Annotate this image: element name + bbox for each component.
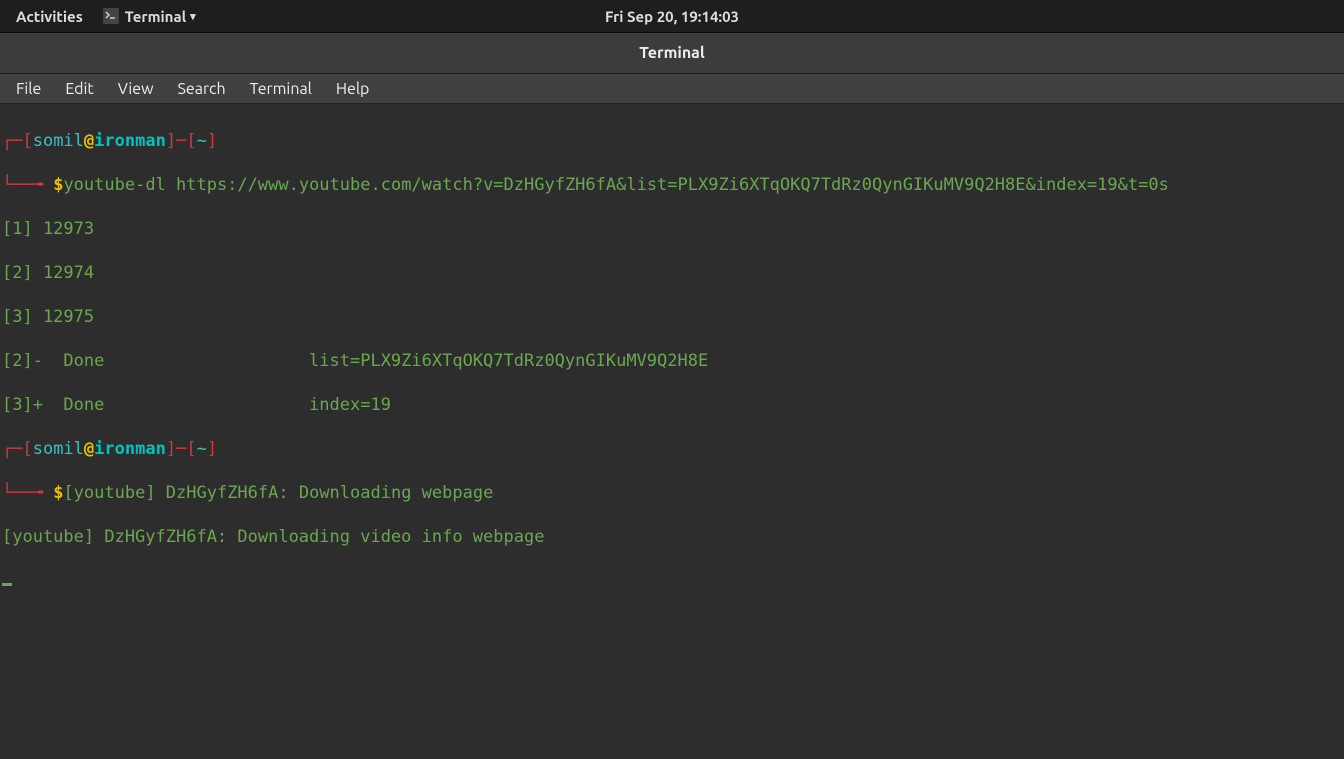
menu-edit[interactable]: Edit (53, 76, 105, 102)
terminal-line: ┌─[somil@ironman]─[~] (2, 130, 1342, 152)
menu-help[interactable]: Help (324, 76, 382, 102)
prompt-path-close: ] (207, 439, 217, 459)
prompt-close: ] (166, 439, 176, 459)
prompt-path-open: [ (186, 131, 196, 151)
menu-file[interactable]: File (4, 76, 53, 102)
prompt-sep: ─ (176, 131, 186, 151)
prompt-corner: ┌─[ (2, 439, 33, 459)
cursor-icon (2, 583, 12, 586)
terminal-line: [2]- Done list=PLX9Zi6XTqOKQ7TdRz0QynGIK… (2, 350, 1342, 372)
cursor-line (2, 570, 1342, 592)
prompt-sep: ─ (176, 439, 186, 459)
terminal-line: └──╼ $youtube-dl https://www.youtube.com… (2, 174, 1342, 196)
chevron-down-icon: ▾ (190, 10, 196, 23)
window-titlebar[interactable]: Terminal (0, 32, 1344, 74)
menu-terminal[interactable]: Terminal (238, 76, 324, 102)
clock[interactable]: Fri Sep 20, 19:14:03 (605, 8, 739, 25)
output-text: [youtube] DzHGyfZH6fA: Downloading webpa… (63, 483, 493, 503)
prompt-arrow: └──╼ (2, 483, 53, 503)
prompt-path: ~ (197, 131, 207, 151)
activities-button[interactable]: Activities (8, 4, 91, 29)
terminal-output-area[interactable]: ┌─[somil@ironman]─[~] └──╼ $youtube-dl h… (0, 104, 1344, 618)
prompt-user: somil (33, 439, 84, 459)
prompt-path-open: [ (186, 439, 196, 459)
menu-search[interactable]: Search (166, 76, 238, 102)
prompt-dollar: $ (53, 175, 63, 195)
top-bar-app-label: Terminal (125, 8, 186, 25)
terminal-line: [2] 12974 (2, 262, 1342, 284)
prompt-at: @ (84, 439, 94, 459)
prompt-host: ironman (94, 439, 166, 459)
prompt-dollar: $ (53, 483, 63, 503)
terminal-icon (103, 8, 119, 24)
terminal-line: [1] 12973 (2, 218, 1342, 240)
prompt-close: ] (166, 131, 176, 151)
terminal-line: └──╼ $[youtube] DzHGyfZH6fA: Downloading… (2, 482, 1342, 504)
prompt-host: ironman (94, 131, 166, 151)
menubar: File Edit View Search Terminal Help (0, 74, 1344, 104)
prompt-at: @ (84, 131, 94, 151)
terminal-line: ┌─[somil@ironman]─[~] (2, 438, 1342, 460)
top-bar-app-menu[interactable]: Terminal ▾ (95, 4, 204, 29)
terminal-line: [3]+ Done index=19 (2, 394, 1342, 416)
window-title: Terminal (639, 44, 704, 62)
prompt-path-close: ] (207, 131, 217, 151)
prompt-corner: ┌─[ (2, 131, 33, 151)
terminal-line: [youtube] DzHGyfZH6fA: Downloading video… (2, 526, 1342, 548)
prompt-arrow: └──╼ (2, 175, 53, 195)
gnome-top-bar: Activities Terminal ▾ Fri Sep 20, 19:14:… (0, 0, 1344, 32)
command-text: youtube-dl https://www.youtube.com/watch… (63, 175, 1168, 195)
prompt-user: somil (33, 131, 84, 151)
terminal-line: [3] 12975 (2, 306, 1342, 328)
prompt-path: ~ (197, 439, 207, 459)
menu-view[interactable]: View (106, 76, 166, 102)
